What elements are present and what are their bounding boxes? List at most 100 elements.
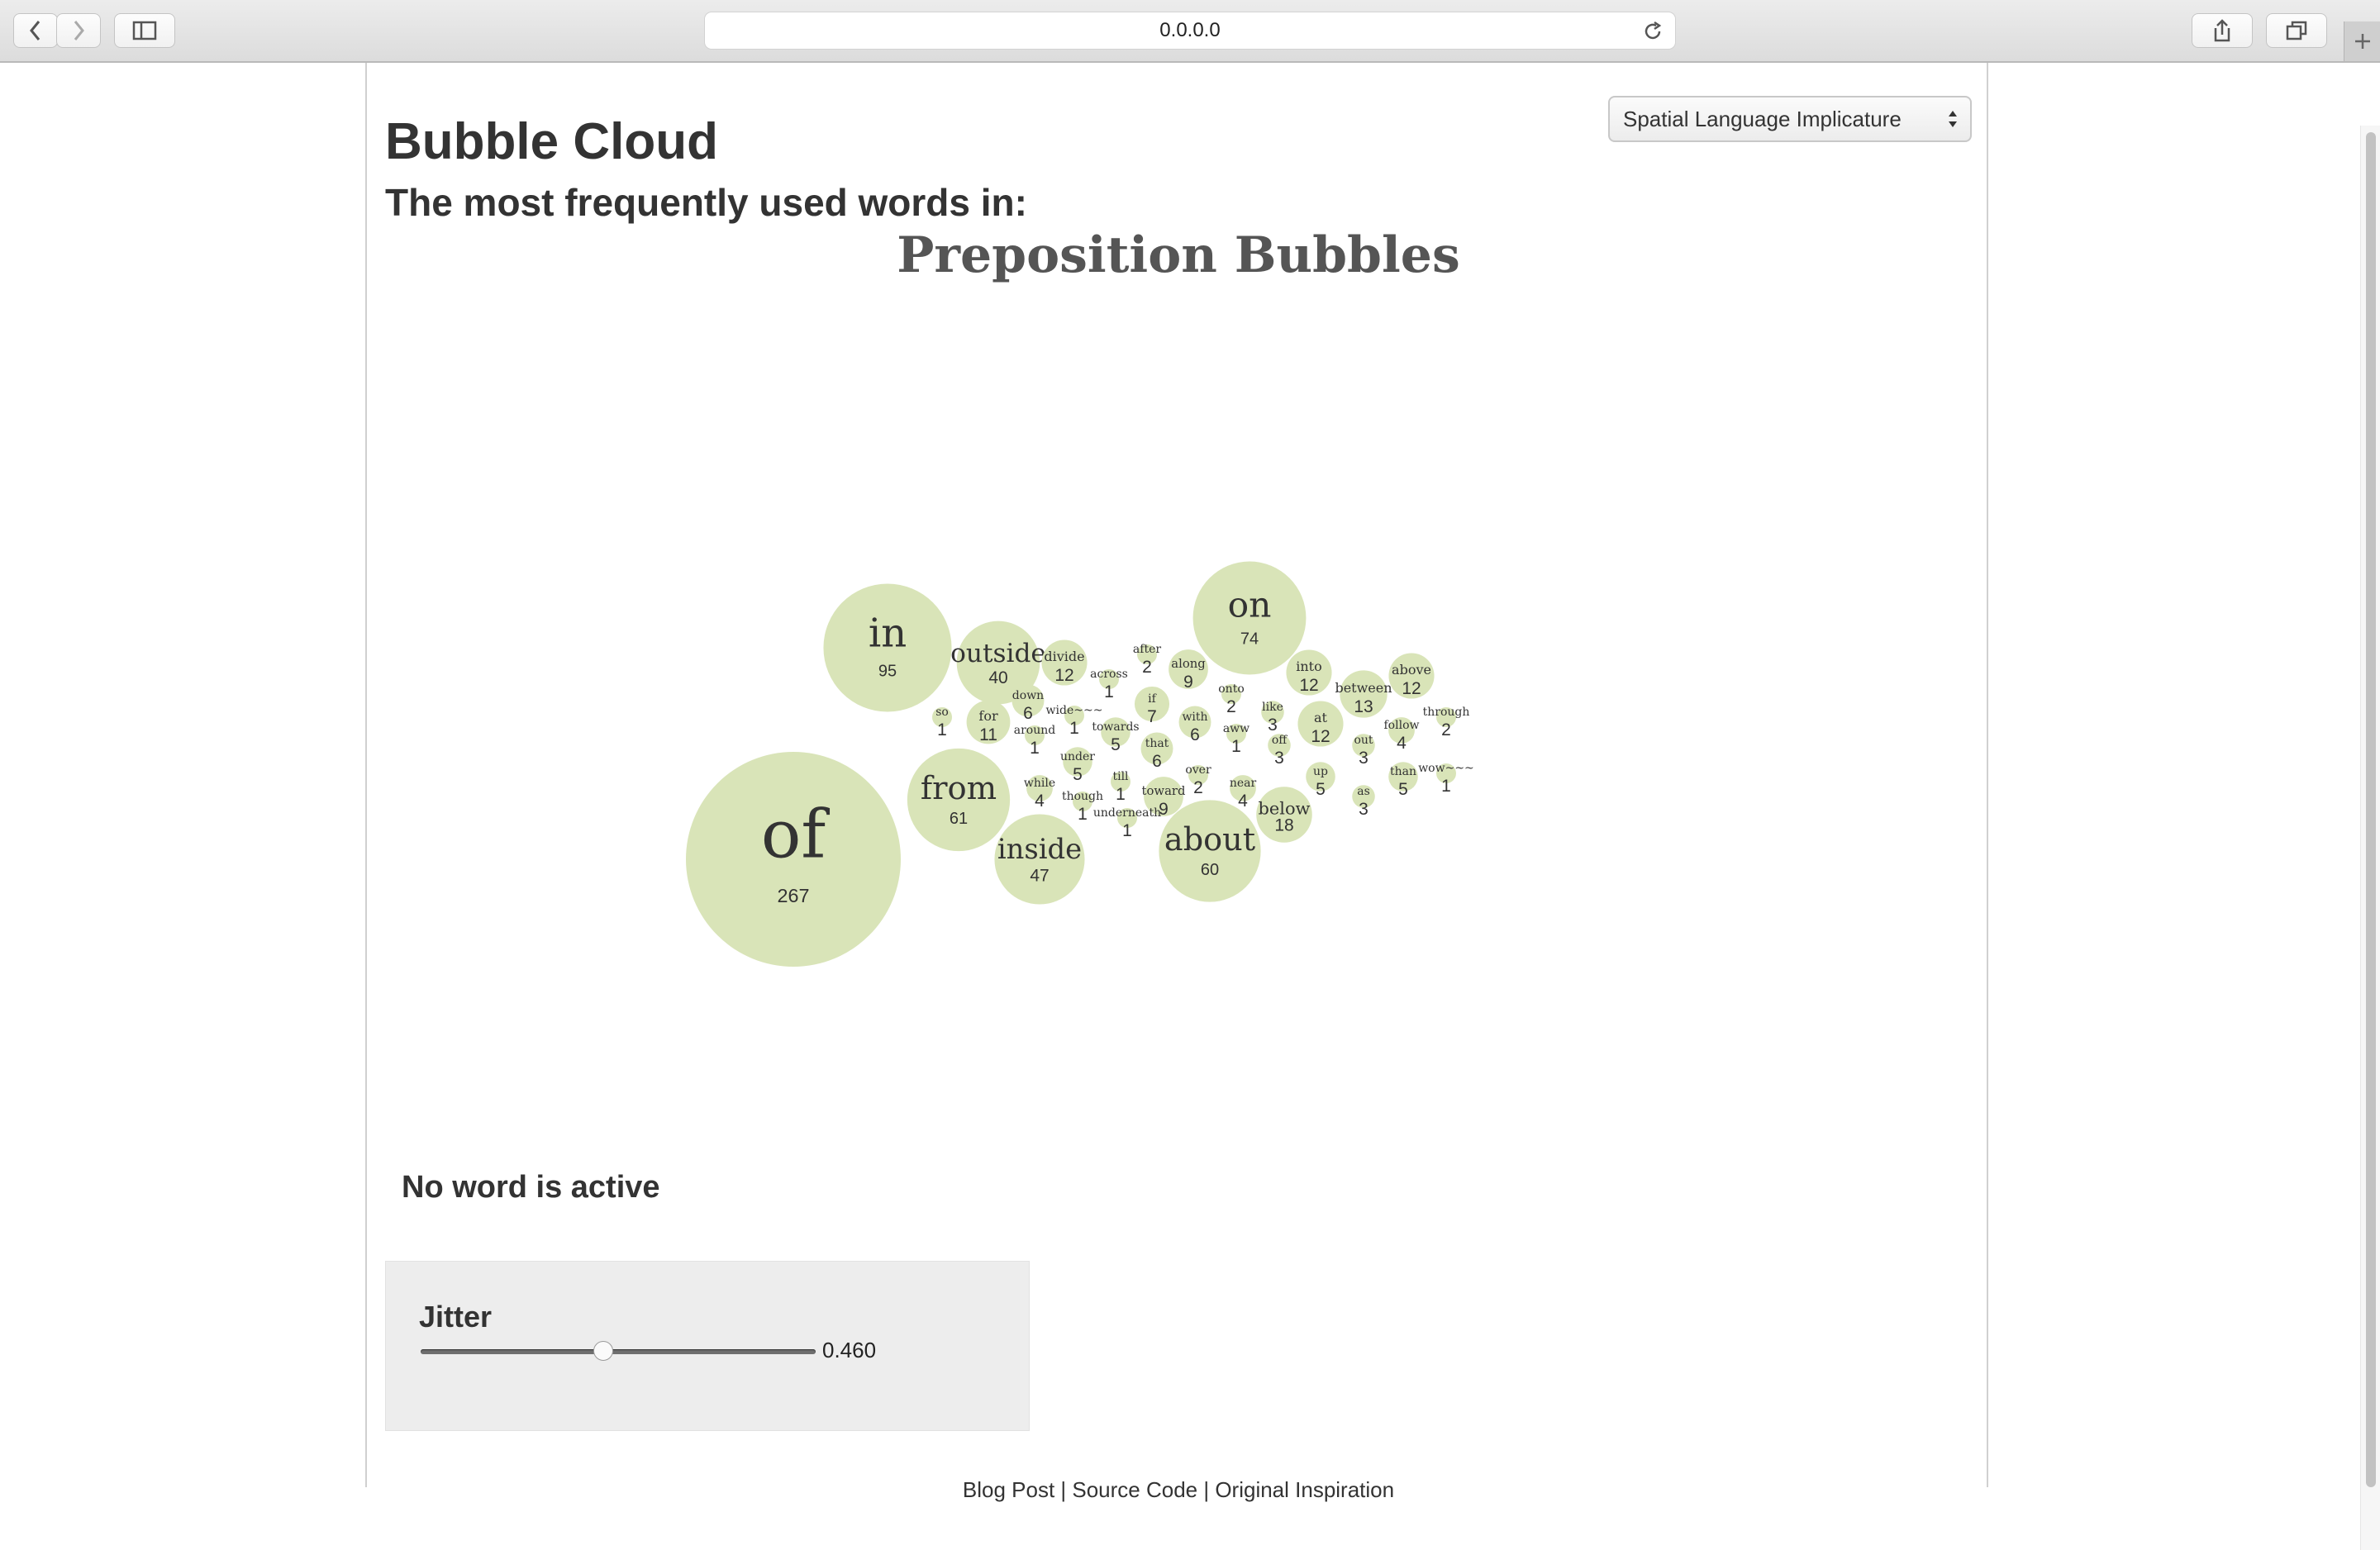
bubble-on[interactable]: on 74: [1192, 561, 1307, 675]
bubble-up[interactable]: up 5: [1306, 762, 1335, 799]
bubble-that[interactable]: that 6: [1140, 732, 1173, 771]
bubble-count: 4: [1397, 734, 1407, 753]
bubble-between[interactable]: between13: [1335, 670, 1392, 718]
bubble-about[interactable]: about 60: [1159, 800, 1261, 902]
bubble-count: 12: [1311, 727, 1330, 746]
bubble-follow[interactable]: follow 4: [1384, 717, 1420, 753]
back-button[interactable]: [13, 13, 58, 48]
share-button[interactable]: [2192, 13, 2253, 48]
bubble-as[interactable]: as 3: [1352, 785, 1375, 819]
bubble-word: over: [1185, 763, 1211, 777]
bubble-around[interactable]: around 1: [1014, 724, 1056, 758]
bubble-out[interactable]: out 3: [1352, 734, 1375, 768]
bubble-word: though: [1062, 790, 1103, 803]
bubble-count: 12: [1299, 676, 1318, 695]
reload-icon[interactable]: [1642, 21, 1664, 42]
jitter-control: Jitter 0.460: [385, 1261, 1030, 1431]
bubble-in[interactable]: in 95: [823, 583, 952, 712]
bubble-into[interactable]: into 12: [1286, 649, 1332, 696]
bubble-count: 11: [979, 725, 997, 744]
bubble-word: onto: [1218, 682, 1245, 696]
bubble-over[interactable]: over2: [1185, 763, 1211, 797]
bubble-word: of: [761, 796, 831, 873]
bubble-count: 1: [1441, 777, 1451, 796]
footer-links[interactable]: Blog Post | Source Code | Original Inspi…: [367, 1477, 1990, 1503]
bubble-count: 47: [1030, 867, 1049, 886]
bubble-count: 13: [1354, 697, 1373, 716]
bubble-word: that: [1145, 737, 1169, 750]
bubble-under[interactable]: under 5: [1060, 747, 1095, 784]
bubble-along[interactable]: along 9: [1169, 649, 1208, 692]
bubble-below[interactable]: below18: [1256, 787, 1312, 843]
bubble-word: toward: [1142, 784, 1186, 798]
bubble-word: around: [1014, 724, 1056, 737]
bubble-inside[interactable]: inside 47: [994, 814, 1085, 905]
bubble-than[interactable]: than 5: [1388, 762, 1418, 799]
bubble-from[interactable]: from 61: [907, 748, 1011, 852]
jitter-slider-track[interactable]: [421, 1349, 816, 1354]
bubble-after[interactable]: after 2: [1133, 643, 1161, 677]
bubble-word: along: [1171, 657, 1206, 671]
bubble-down[interactable]: down 6: [1011, 684, 1045, 723]
page-scrollbar[interactable]: [2360, 126, 2380, 1550]
bubble-wow[interactable]: wow~~~ 1: [1418, 762, 1474, 796]
bubble-count: 40: [988, 668, 1007, 687]
bubble-onto[interactable]: onto2: [1218, 682, 1245, 716]
back-icon: [30, 21, 40, 40]
bubble-while[interactable]: while 4: [1024, 775, 1055, 811]
new-tab-button[interactable]: [2344, 21, 2380, 61]
bubble-near[interactable]: near 4: [1230, 775, 1257, 811]
new-tab-icon: [2355, 34, 2370, 49]
text-select[interactable]: Spatial Language Implicature: [1608, 96, 1972, 142]
bubble-count: 1: [1122, 821, 1132, 840]
bubble-word: till: [1112, 770, 1129, 783]
bubble-word: near: [1230, 777, 1257, 790]
bubble-word: with: [1182, 711, 1207, 724]
address-bar[interactable]: 0.0.0.0: [704, 12, 1676, 50]
bubble-word: about: [1164, 822, 1256, 858]
bubble-through[interactable]: through2: [1423, 706, 1470, 739]
scrollbar-thumb[interactable]: [2366, 132, 2376, 1487]
bubble-count: 9: [1183, 673, 1193, 692]
bubble-word: like: [1262, 701, 1283, 714]
bubble-underneath[interactable]: underneath1: [1093, 806, 1161, 840]
bubble-count: 74: [1240, 630, 1259, 648]
bubble-divide[interactable]: divide 12: [1041, 639, 1088, 686]
bubble-of[interactable]: of 267: [686, 752, 901, 967]
forward-icon: [74, 21, 84, 40]
bubble-word: as: [1357, 785, 1370, 798]
bubble-word: from: [921, 770, 997, 807]
bubble-word: above: [1392, 662, 1431, 678]
bubble-for[interactable]: for11: [966, 700, 1011, 744]
bubble-across[interactable]: across1: [1090, 668, 1128, 701]
bubble-at[interactable]: at 12: [1297, 701, 1344, 747]
bubble-towards[interactable]: towards5: [1092, 717, 1140, 754]
bubble-word: follow: [1384, 719, 1420, 732]
vis-title: Preposition Bubbles: [897, 226, 1460, 284]
bubble-word: across: [1090, 668, 1128, 681]
bubble-like[interactable]: like 3: [1261, 701, 1284, 735]
sidebar-button[interactable]: [114, 13, 175, 48]
bubble-off[interactable]: off 3: [1268, 734, 1291, 768]
bubble-word: than: [1390, 765, 1416, 778]
bubble-word: while: [1024, 777, 1055, 790]
bubble-above[interactable]: above12: [1388, 653, 1435, 699]
bubble-count: 61: [950, 810, 968, 828]
tabs-button[interactable]: [2266, 13, 2327, 48]
bubble-count: 5: [1316, 780, 1326, 799]
content-container: Bubble Cloud The most frequently used wo…: [365, 63, 1988, 1502]
bubble-word: out: [1354, 734, 1373, 747]
jitter-slider-thumb[interactable]: [593, 1341, 613, 1361]
bubble-count: 1: [1078, 805, 1088, 824]
bubble-with[interactable]: with6: [1178, 706, 1211, 744]
bubble-word: towards: [1092, 720, 1139, 734]
bubble-word: in: [869, 610, 907, 656]
forward-button[interactable]: [56, 13, 101, 48]
bubble-count: 3: [1359, 800, 1368, 819]
share-icon: [2214, 19, 2230, 42]
bubble-so[interactable]: so1: [932, 706, 952, 739]
bubble-if[interactable]: if7: [1134, 686, 1170, 726]
bubble-aww[interactable]: aww 1: [1223, 722, 1250, 756]
bubble-till[interactable]: till 1: [1111, 770, 1130, 804]
bubble-count: 2: [1193, 778, 1203, 797]
